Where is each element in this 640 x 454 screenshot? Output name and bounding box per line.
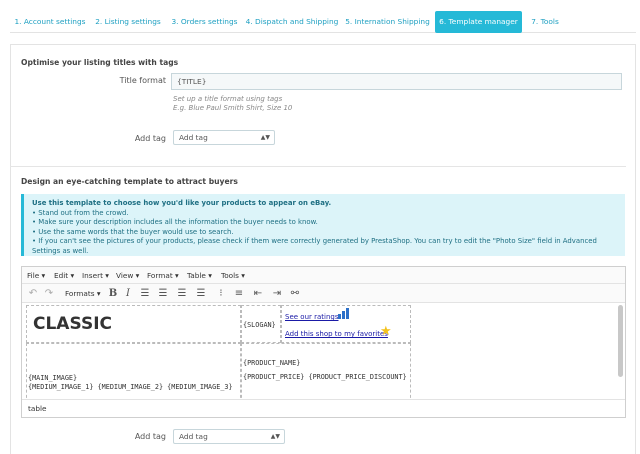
template-section-title: Design an eye-catching template to attra… [21, 177, 238, 186]
title-format-label: Title format [119, 76, 166, 85]
menu-file[interactable]: File ▾ [27, 267, 45, 284]
see-ratings-link[interactable]: See our ratings [285, 313, 339, 321]
menu-format[interactable]: Format ▾ [147, 267, 179, 284]
template-info-alert: Use this template to choose how you'd li… [21, 194, 625, 256]
chevron-down-icon: ▲▼ [270, 433, 280, 440]
alert-item: Stand out from the crowd. [32, 209, 617, 219]
bar-chart-icon [338, 308, 349, 319]
title-add-tag-value: Add tag [179, 133, 208, 142]
medium-images-tag: {MEDIUM_IMAGE_1} {MEDIUM_IMAGE_2} {MEDIU… [28, 383, 233, 391]
align-center-icon[interactable]: ☰ [156, 284, 170, 303]
element-path[interactable]: table [28, 404, 46, 413]
alert-list: Stand out from the crowd. Make sure your… [32, 209, 617, 257]
bold-icon[interactable]: B [106, 284, 120, 303]
title-format-example: E.g. Blue Paul Smith Shirt, Size 10 [173, 104, 293, 112]
main-image-tag: {MAIN_IMAGE} [28, 374, 78, 382]
redo-icon[interactable]: ↷ [42, 284, 56, 303]
tab-tools[interactable]: 7. Tools [525, 11, 565, 33]
bullet-list-icon[interactable]: ⁝ [214, 284, 228, 303]
alert-item: Use the same words that the buyer would … [32, 228, 617, 238]
indent-icon[interactable]: ⇥ [270, 284, 284, 303]
tab-listing-settings[interactable]: 2. Listing settings [90, 11, 166, 33]
slogan-cell: {SLOGAN} [241, 305, 281, 343]
tab-orders-settings[interactable]: 3. Orders settings [166, 11, 243, 33]
tab-dispatch-shipping[interactable]: 4. Dispatch and Shipping [243, 11, 341, 33]
tab-template-manager[interactable]: 6. Template manager [435, 11, 522, 33]
title-format-help: Set up a title format using tags [173, 95, 283, 103]
tab-international-shipping[interactable]: 5. Internation Shipping [341, 11, 434, 33]
star-icon: ★ [380, 324, 392, 339]
editor-statusbar: table [22, 399, 625, 417]
editor-scrollbar[interactable] [618, 305, 623, 377]
editor-content[interactable]: CLASSIC {SLOGAN} See our ratings Add thi… [22, 303, 625, 399]
menu-table[interactable]: Table ▾ [187, 267, 212, 284]
slogan-tag: {SLOGAN} [243, 321, 276, 329]
add-favorites-link[interactable]: Add this shop to my favorites [285, 330, 388, 338]
editor-toolbar: ↶ ↷ Formats ▾ B I ☰ ☰ ☰ ☰ ⁝ ≡ ⇤ ⇥ ⚯ [22, 284, 625, 303]
link-icon[interactable]: ⚯ [288, 284, 302, 303]
product-cell: {PRODUCT_NAME} {PRODUCT_PRICE} {PRODUCT_… [241, 343, 411, 399]
chevron-down-icon: ▲▼ [260, 134, 270, 141]
images-cell: {MAIN_IMAGE} {MEDIUM_IMAGE_1} {MEDIUM_IM… [26, 343, 241, 399]
menu-insert[interactable]: Insert ▾ [82, 267, 109, 284]
product-price-tag: {PRODUCT_PRICE} {PRODUCT_PRICE_DISCOUNT} [243, 373, 407, 381]
title-format-input[interactable]: {TITLE} [171, 73, 622, 90]
italic-icon[interactable]: I [121, 284, 135, 303]
section-divider [10, 166, 626, 167]
align-justify-icon[interactable]: ☰ [194, 284, 208, 303]
template-add-tag-select[interactable]: Add tag ▲▼ [173, 429, 285, 444]
formats-dropdown[interactable]: Formats ▾ [65, 284, 101, 303]
tab-account-settings[interactable]: 1. Account settings [10, 11, 90, 33]
product-name-tag: {PRODUCT_NAME} [243, 359, 301, 367]
align-right-icon[interactable]: ☰ [175, 284, 189, 303]
title-add-tag-select[interactable]: Add tag ▲▼ [173, 130, 275, 145]
template-editor: File ▾ Edit ▾ Insert ▾ View ▾ Format ▾ T… [21, 266, 626, 418]
undo-icon[interactable]: ↶ [26, 284, 40, 303]
menu-edit[interactable]: Edit ▾ [54, 267, 74, 284]
outdent-icon[interactable]: ⇤ [251, 284, 265, 303]
menu-tools[interactable]: Tools ▾ [221, 267, 245, 284]
titles-section-title: Optimise your listing titles with tags [21, 58, 179, 67]
alert-item: If you can't see the pictures of your pr… [32, 237, 617, 256]
settings-tabs: 1. Account settings 2. Listing settings … [10, 11, 636, 33]
alert-item: Make sure your description includes all … [32, 218, 617, 228]
align-left-icon[interactable]: ☰ [138, 284, 152, 303]
editor-menubar: File ▾ Edit ▾ Insert ▾ View ▾ Format ▾ T… [22, 267, 625, 284]
heading-cell: CLASSIC [26, 305, 241, 343]
template-heading: CLASSIC [33, 314, 112, 334]
title-add-tag-label: Add tag [134, 134, 166, 143]
template-add-tag-value: Add tag [179, 432, 208, 441]
numbered-list-icon[interactable]: ≡ [232, 284, 246, 303]
alert-title: Use this template to choose how you'd li… [32, 199, 332, 207]
ratings-cell: See our ratings Add this shop to my favo… [281, 305, 411, 343]
template-add-tag-label: Add tag [134, 432, 166, 441]
menu-view[interactable]: View ▾ [116, 267, 139, 284]
